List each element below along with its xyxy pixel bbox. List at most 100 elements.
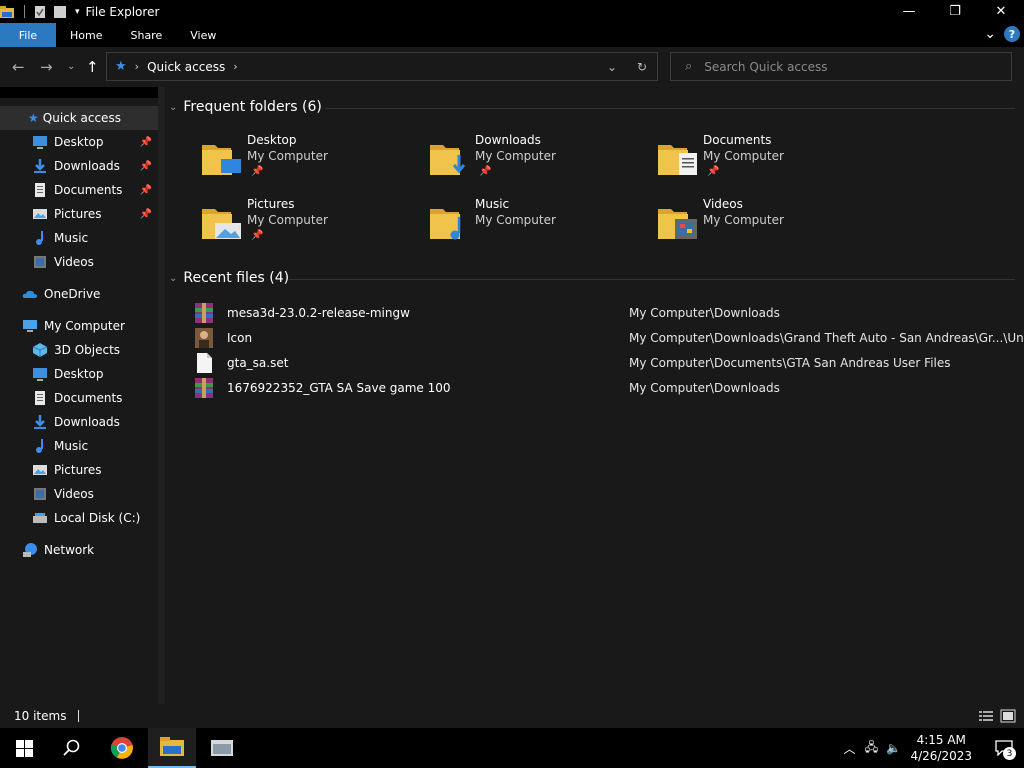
recent-file-row[interactable]: gta_sa.set My Computer\Documents\GTA San…: [193, 350, 1019, 375]
pin-icon[interactable]: 📌: [140, 137, 152, 148]
folder-name: Documents: [703, 133, 772, 147]
sidebar-item-qa-videos[interactable]: Videos: [0, 250, 158, 274]
pin-icon[interactable]: 📌: [140, 161, 152, 172]
tab-share[interactable]: Share: [116, 23, 176, 47]
action-center-button[interactable]: 3: [984, 728, 1024, 768]
volume-icon[interactable]: 🔈: [882, 741, 904, 755]
folder-location: My Computer: [703, 213, 784, 227]
close-button[interactable]: ✕: [978, 0, 1024, 23]
sidebar-item-qa-documents[interactable]: Documents 📌: [0, 178, 158, 202]
documents-folder-icon: [658, 145, 697, 175]
sidebar-item-qa-downloads[interactable]: Downloads 📌: [0, 154, 158, 178]
sidebar-item-mc-documents[interactable]: Documents: [0, 386, 158, 410]
music-icon: [36, 231, 43, 245]
documents-icon: [35, 183, 45, 197]
pin-icon[interactable]: 📌: [140, 209, 152, 220]
folder-tile-videos[interactable]: Videos My Computer: [657, 197, 857, 255]
recent-file-row[interactable]: 1676922352_GTA SA Save game 100 My Compu…: [193, 375, 1019, 400]
help-button[interactable]: ?: [1004, 26, 1020, 42]
sidebar-item-qa-desktop[interactable]: Desktop 📌: [0, 130, 158, 154]
navigation-pane-scrollbar[interactable]: [158, 87, 165, 704]
videos-folder-icon: [658, 209, 697, 239]
breadcrumb-chevron-icon[interactable]: ›: [233, 60, 237, 73]
large-icons-view-icon[interactable]: [1000, 709, 1016, 723]
sidebar-item-mc-music[interactable]: Music: [0, 434, 158, 458]
address-bar[interactable]: ★ › Quick access › ⌄ ↻: [106, 52, 658, 81]
star-icon: ★: [28, 111, 39, 125]
search-button[interactable]: [48, 728, 96, 768]
pictures-icon: [33, 465, 47, 475]
search-box[interactable]: ⌕: [670, 52, 1012, 81]
customize-toolbar-chevron-icon[interactable]: ▾: [75, 7, 80, 17]
properties-icon[interactable]: [33, 5, 47, 18]
taskbar-chrome[interactable]: [98, 728, 146, 768]
breadcrumb-quick-access[interactable]: Quick access: [147, 60, 225, 74]
maximize-button[interactable]: ❐: [932, 0, 978, 23]
folder-tile-desktop[interactable]: Desktop My Computer 📌: [201, 133, 401, 191]
desktop-icon: [33, 368, 47, 381]
sidebar-item-onedrive[interactable]: OneDrive: [0, 282, 158, 306]
sidebar-item-network[interactable]: Network: [0, 538, 158, 562]
folder-tile-music[interactable]: Music My Computer: [429, 197, 629, 255]
recent-locations-chevron-icon[interactable]: ⌄: [67, 61, 75, 72]
taskbar-file-explorer[interactable]: [148, 728, 196, 768]
clock[interactable]: 4:15 AM 4/26/2023: [910, 732, 972, 764]
tab-view[interactable]: View: [176, 23, 230, 47]
up-arrow-icon[interactable]: ↑: [86, 58, 99, 76]
sidebar-item-quick-access[interactable]: ★ Quick access: [0, 106, 158, 130]
folder-location: My Computer: [703, 149, 784, 163]
music-icon: [36, 439, 43, 453]
network-icon[interactable]: 🖧: [860, 738, 882, 759]
folder-tile-pictures[interactable]: Pictures My Computer 📌: [201, 197, 401, 255]
pin-icon[interactable]: 📌: [140, 185, 152, 196]
collapse-chevron-icon[interactable]: ⌄: [169, 273, 177, 284]
address-history-chevron-icon[interactable]: ⌄: [597, 60, 627, 74]
recent-files-header[interactable]: ⌄ Recent files (4): [165, 270, 289, 286]
frequent-folders-header[interactable]: ⌄ Frequent folders (6): [165, 99, 322, 115]
clock-time: 4:15 AM: [916, 733, 966, 747]
file-explorer-icon[interactable]: [0, 5, 14, 18]
sidebar-item-label: Documents: [54, 183, 123, 197]
taskbar-app[interactable]: [198, 728, 246, 768]
refresh-icon[interactable]: ↻: [627, 60, 657, 74]
folder-name: Music: [475, 197, 510, 211]
computer-icon: [23, 320, 37, 332]
content-pane: ⌄ Frequent folders (6) Desktop My Comput…: [165, 87, 1024, 704]
sidebar-item-qa-music[interactable]: Music: [0, 226, 158, 250]
forward-arrow-icon[interactable]: →: [40, 58, 53, 76]
sidebar-item-mc-videos[interactable]: Videos: [0, 482, 158, 506]
image-file-icon: [195, 327, 213, 348]
downloads-folder-icon: [430, 145, 466, 175]
folder-name: Videos: [703, 197, 743, 211]
folder-location: My Computer: [247, 149, 328, 163]
minimize-button[interactable]: —: [886, 0, 932, 23]
sidebar-item-mc-local-disk-c-[interactable]: Local Disk (C:): [0, 506, 158, 530]
search-input[interactable]: [704, 59, 985, 74]
recent-file-row[interactable]: mesa3d-23.0.2-release-mingw My Computer\…: [193, 300, 1019, 325]
window-controls: — ❐ ✕: [886, 0, 1024, 23]
expand-ribbon-chevron-icon[interactable]: ⌄: [984, 26, 996, 42]
sidebar-item-my-computer[interactable]: My Computer: [0, 314, 158, 338]
sidebar-item-mc-3d-objects[interactable]: 3D Objects: [0, 338, 158, 362]
recent-file-row[interactable]: Icon My Computer\Downloads\Grand Theft A…: [193, 325, 1024, 350]
status-bar: 10 items: [0, 704, 1024, 728]
sidebar-item-mc-downloads[interactable]: Downloads: [0, 410, 158, 434]
folder-tile-downloads[interactable]: Downloads My Computer 📌: [429, 133, 629, 191]
sidebar-item-mc-desktop[interactable]: Desktop: [0, 362, 158, 386]
downloads-icon: [34, 415, 46, 429]
tab-file[interactable]: File: [0, 23, 56, 47]
breadcrumb-chevron-icon[interactable]: ›: [135, 60, 139, 73]
sidebar-item-mc-pictures[interactable]: Pictures: [0, 458, 158, 482]
back-arrow-icon[interactable]: ←: [12, 58, 25, 76]
tab-home[interactable]: Home: [56, 23, 116, 47]
folder-tile-documents[interactable]: Documents My Computer 📌: [657, 133, 857, 191]
details-view-icon[interactable]: [978, 709, 994, 723]
start-button[interactable]: [0, 728, 48, 768]
collapse-chevron-icon[interactable]: ⌄: [169, 102, 177, 113]
recent-file-path: My Computer\Documents\GTA San Andreas Us…: [629, 355, 951, 370]
show-hidden-icons-chevron-icon[interactable]: ︿: [838, 740, 860, 757]
pin-icon: 📌: [707, 166, 720, 177]
new-folder-icon[interactable]: [53, 5, 67, 18]
search-icon: [63, 739, 80, 756]
sidebar-item-qa-pictures[interactable]: Pictures 📌: [0, 202, 158, 226]
